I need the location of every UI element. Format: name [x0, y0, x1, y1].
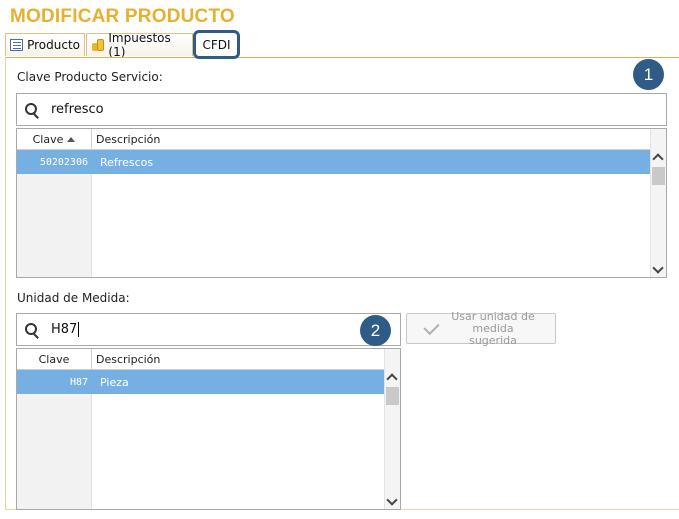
column-header-descripcion[interactable]: Descripción — [92, 129, 650, 149]
column-header-clave[interactable]: Clave — [17, 129, 92, 149]
search-icon — [25, 322, 39, 337]
tab-producto-label: Producto — [27, 38, 80, 52]
usar-unidad-sugerida-button[interactable]: Usar unidad de medida sugerida — [406, 310, 556, 347]
unidad-search-input[interactable]: H87 — [51, 322, 80, 337]
column-header-descripcion-label: Descripción — [96, 352, 161, 366]
cell-clave: H87 — [69, 376, 88, 388]
column-header-descripcion-label: Descripción — [96, 132, 161, 146]
tab-producto[interactable]: Producto — [5, 33, 85, 56]
tab-impuestos[interactable]: Impuestos (1) — [86, 31, 193, 59]
suggest-label-line2: medida sugerida — [469, 321, 517, 347]
step-badge-2: 2 — [360, 315, 391, 346]
column-header-descripcion[interactable]: Descripción — [92, 349, 384, 369]
clave-grid-scrollbar[interactable] — [650, 129, 666, 277]
check-icon — [423, 318, 440, 335]
unidad-grid: Clave Descripción H87 Pieza — [16, 348, 401, 510]
unidad-search-value: H87 — [51, 322, 78, 337]
clave-grid: Clave Descripción 50202306 Refrescos — [16, 128, 667, 278]
clave-producto-label: Clave Producto Servicio: — [17, 70, 163, 84]
sort-ascending-icon — [67, 136, 76, 142]
unidad-search-box[interactable]: H87 — [16, 313, 401, 346]
column-header-clave[interactable]: Clave — [17, 349, 92, 369]
cell-clave: 50202306 — [39, 156, 88, 168]
table-row[interactable]: 50202306 Refrescos — [17, 150, 650, 174]
coins-icon — [91, 39, 105, 51]
search-icon — [25, 102, 39, 117]
cell-descripcion: Refrescos — [100, 155, 154, 169]
text-cursor — [78, 322, 80, 337]
tab-impuestos-label: Impuestos (1) — [108, 31, 171, 59]
column-header-clave-label: Clave — [32, 132, 64, 146]
scroll-thumb[interactable] — [386, 387, 399, 405]
scroll-down-icon[interactable] — [652, 262, 664, 274]
cell-descripcion: Pieza — [100, 375, 129, 389]
form-icon — [10, 39, 24, 51]
scroll-up-icon[interactable] — [652, 153, 664, 165]
page-title: MODIFICAR PRODUCTO — [10, 6, 235, 27]
scroll-down-icon[interactable] — [386, 494, 398, 506]
unidad-grid-header: Clave Descripción — [17, 349, 384, 370]
scroll-up-icon[interactable] — [386, 373, 398, 385]
usar-unidad-sugerida-label: Usar unidad de medida sugerida — [448, 310, 538, 347]
table-row[interactable]: H87 Pieza — [17, 370, 384, 394]
unidad-medida-label: Unidad de Medida: — [17, 291, 130, 305]
unidad-grid-scrollbar[interactable] — [384, 349, 400, 509]
clave-search-input[interactable]: refresco — [51, 102, 104, 117]
tab-cfdi-label: CFDI — [202, 37, 231, 52]
clave-grid-header: Clave Descripción — [17, 129, 650, 150]
scroll-thumb[interactable] — [652, 167, 665, 185]
column-header-clave-label: Clave — [38, 352, 70, 366]
step-badge-1: 1 — [633, 59, 664, 90]
clave-search-box[interactable]: refresco — [16, 93, 667, 126]
tab-cfdi[interactable]: CFDI — [193, 30, 240, 59]
